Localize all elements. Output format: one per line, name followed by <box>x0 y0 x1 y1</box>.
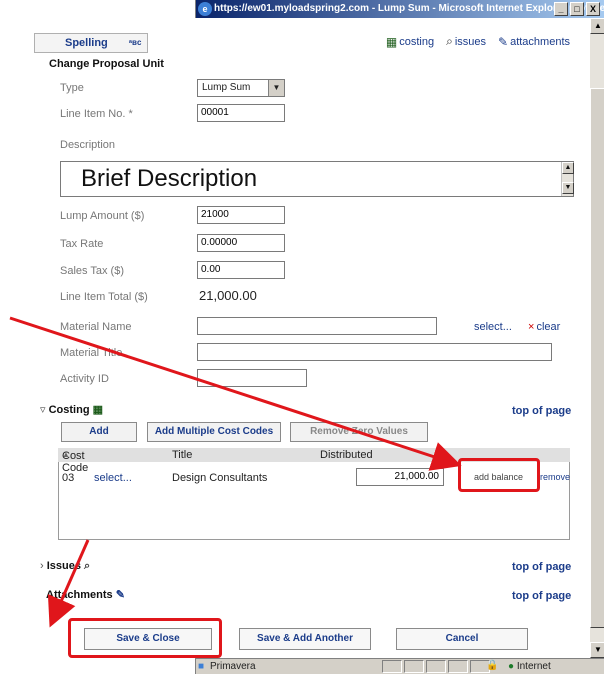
annotation-arrows <box>9 316 462 628</box>
arrow-to-add-balance <box>9 316 462 471</box>
arrow-to-save-close <box>47 539 90 628</box>
